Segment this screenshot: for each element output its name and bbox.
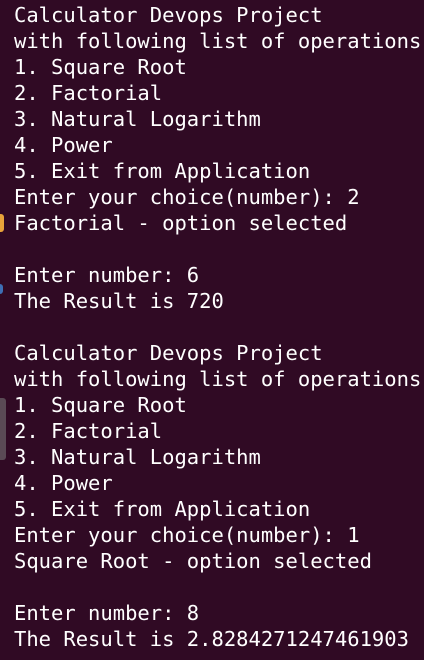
terminal-line: Calculator Devops Project (14, 3, 323, 27)
terminal-line: 1. Square Root (14, 393, 187, 417)
terminal-line: 2. Factorial (14, 419, 163, 443)
terminal-line: The Result is 720 (14, 289, 224, 313)
terminal-window[interactable]: Calculator Devops Project with following… (0, 0, 424, 660)
terminal-line: 4. Power (14, 133, 113, 157)
terminal-line: Enter number: 8 (14, 601, 200, 625)
terminal-line: Enter your choice(number): 1 (14, 523, 360, 547)
terminal-line: 1. Square Root (14, 55, 187, 79)
gutter-marker-orange (0, 214, 4, 232)
terminal-line: with following list of operations (14, 29, 422, 53)
terminal-line: Enter your choice(number): 2 (14, 185, 360, 209)
terminal-line: 4. Power (14, 471, 113, 495)
terminal-line: with following list of operations (14, 367, 422, 391)
terminal-line: The Result is 2.8284271247461903 (14, 627, 409, 651)
terminal-line: Calculator Devops Project (14, 341, 323, 365)
terminal-line: Square Root - option selected (14, 549, 372, 573)
scrollbar-thumb[interactable] (0, 398, 6, 460)
terminal-line: Enter number: 6 (14, 263, 200, 287)
terminal-line: 3. Natural Logarithm (14, 445, 261, 469)
terminal-line: 3. Natural Logarithm (14, 107, 261, 131)
terminal-line: 5. Exit from Application (14, 159, 311, 183)
gutter-marker-blue (0, 284, 3, 294)
terminal-output: Calculator Devops Project with following… (14, 2, 421, 652)
terminal-line: Factorial - option selected (14, 211, 348, 235)
terminal-line: 2. Factorial (14, 81, 163, 105)
terminal-line: 5. Exit from Application (14, 497, 311, 521)
